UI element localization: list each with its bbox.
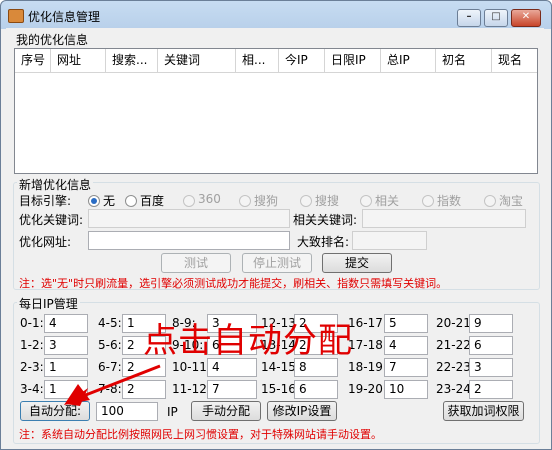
engine-radio-360[interactable]: [183, 195, 195, 207]
engine-radio-taobao[interactable]: [484, 195, 496, 207]
slot-label: 18-19:: [348, 360, 387, 374]
slot-label: 19-20:: [348, 382, 387, 396]
engine-radio-none[interactable]: [88, 195, 100, 207]
slot-label: 16-17:: [348, 316, 387, 330]
column-header[interactable]: 初名: [436, 49, 492, 72]
slot-label: 17-18:: [348, 338, 387, 352]
rank-input[interactable]: [352, 231, 427, 250]
slot-input[interactable]: 4: [44, 314, 88, 333]
minimize-button[interactable]: –: [457, 9, 481, 27]
slot-input[interactable]: 9: [469, 314, 513, 333]
slot-label: 2-3:: [20, 360, 44, 374]
stop-test-button[interactable]: 停止测试: [242, 253, 312, 273]
maximize-button[interactable]: □: [484, 9, 508, 27]
title-bar: 优化信息管理 – □ ✕: [1, 1, 551, 29]
slot-input[interactable]: 3: [469, 358, 513, 377]
my-opt-grid[interactable]: 序号 网址 搜索... 关键词 相... 今IP 日限IP 总IP 初名 现名: [14, 48, 538, 174]
column-header[interactable]: 序号: [15, 49, 51, 72]
slot-input[interactable]: 2: [469, 380, 513, 399]
annotation-text: 点击自动分配: [143, 321, 353, 361]
daily-ip-note: 注：系统自动分配比例按照网民上网习惯设置，对于特殊网站请手动设置。: [19, 428, 382, 441]
grid-header: 序号 网址 搜索... 关键词 相... 今IP 日限IP 总IP 初名 现名: [15, 49, 537, 73]
slot-input[interactable]: 5: [384, 314, 428, 333]
app-icon: [8, 9, 24, 23]
test-button[interactable]: 测试: [161, 253, 231, 273]
slot-label: 10-11:: [172, 360, 211, 374]
engine-label: 目标引擎:: [19, 194, 72, 208]
engine-option-label: 相关: [375, 194, 400, 208]
close-button[interactable]: ✕: [511, 9, 541, 27]
related-keyword-input[interactable]: [362, 209, 526, 228]
engine-option-label: 无: [103, 194, 116, 208]
column-header[interactable]: 关键词: [158, 49, 236, 72]
slot-label: 4-5:: [98, 316, 122, 330]
manual-allocate-button[interactable]: 手动分配: [191, 401, 261, 421]
submit-button[interactable]: 提交: [322, 253, 392, 273]
column-header[interactable]: 总IP: [381, 49, 436, 72]
column-header[interactable]: 今IP: [279, 49, 325, 72]
slot-input[interactable]: 3: [44, 336, 88, 355]
engine-option-label: 搜搜: [315, 194, 340, 208]
engine-option-label: 搜狗: [254, 194, 279, 208]
column-header[interactable]: 现名: [492, 49, 537, 72]
rank-label: 大致排名:: [297, 235, 350, 249]
slot-input[interactable]: 7: [384, 358, 428, 377]
my-opt-title: 我的优化信息: [16, 33, 89, 47]
slot-input[interactable]: 10: [384, 380, 428, 399]
slot-label: 1-2:: [20, 338, 44, 352]
daily-ip-title: 每日IP管理: [17, 295, 80, 312]
engine-radio-index[interactable]: [422, 195, 434, 207]
annotation-arrow-icon: [64, 364, 161, 406]
url-label: 优化网址:: [19, 235, 72, 249]
engine-radio-sogou[interactable]: [239, 195, 251, 207]
engine-option-label: 淘宝: [499, 194, 524, 208]
engine-option-label: 360: [198, 192, 221, 206]
keyword-input[interactable]: [88, 209, 290, 228]
modify-ip-settings-button[interactable]: 修改IP设置: [267, 401, 337, 421]
engine-radio-baidu[interactable]: [125, 195, 137, 207]
slot-input[interactable]: 7: [207, 380, 257, 399]
fetch-keyword-permission-button[interactable]: 获取加词权限: [443, 401, 524, 421]
slot-label: 3-4:: [20, 382, 44, 396]
slot-label: 5-6:: [98, 338, 122, 352]
slot-input[interactable]: 4: [384, 336, 428, 355]
column-header[interactable]: 搜索...: [106, 49, 158, 72]
engine-radio-soso[interactable]: [300, 195, 312, 207]
column-header[interactable]: 日限IP: [325, 49, 381, 72]
engine-option-label: 指数: [437, 194, 462, 208]
slot-input[interactable]: 6: [294, 380, 338, 399]
related-keyword-label: 相关关键词:: [293, 213, 358, 227]
slot-input[interactable]: 6: [469, 336, 513, 355]
new-opt-title: 新增优化信息: [17, 176, 94, 193]
keyword-label: 优化关键词:: [19, 213, 84, 227]
engine-radio-related[interactable]: [360, 195, 372, 207]
window-title: 优化信息管理: [28, 10, 101, 24]
url-input[interactable]: [88, 231, 290, 250]
column-header[interactable]: 网址: [51, 49, 106, 72]
slot-label: 11-12:: [172, 382, 211, 396]
slot-label: 0-1:: [20, 316, 44, 330]
column-header[interactable]: 相...: [236, 49, 279, 72]
engine-option-label: 百度: [140, 194, 165, 208]
new-opt-note: 注：选"无"时只刷流量，选引擎必须测试成功才能提交，刷相关、指数只需填写关键词。: [19, 277, 448, 290]
